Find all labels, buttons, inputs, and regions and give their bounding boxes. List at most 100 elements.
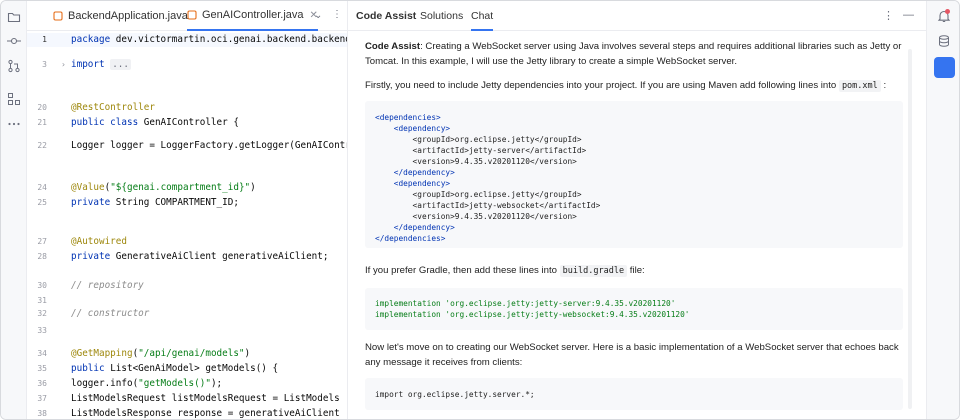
code-line[interactable]: 33 — [27, 324, 347, 338]
code-text: Logger logger = LoggerFactory.getLogger(… — [71, 140, 347, 151]
code-block-line: <version>9.4.35.v20201120</version> — [375, 157, 577, 166]
java-file-icon — [187, 10, 197, 20]
tab-code-assist[interactable]: Code Assist — [356, 1, 416, 31]
line-number: 38 — [37, 409, 47, 418]
code-line[interactable]: 21 public class GenAIController { — [27, 116, 347, 130]
code-text: ListModelsRequest listModelsRequest = Li… — [71, 393, 340, 404]
code-block-line: <dependency> — [375, 124, 451, 133]
code-text: private GenerativeAiClient generativeAiC… — [71, 251, 329, 262]
chat-scrollbar[interactable] — [908, 49, 912, 409]
code-text: public List<GenAiModel> getModels() { — [71, 363, 279, 374]
left-toolbar — [1, 1, 27, 419]
tab-label: GenAIController.java — [202, 9, 304, 21]
code-line[interactable]: 28 private GenerativeAiClient generative… — [27, 250, 347, 264]
code-text: @RestController — [71, 102, 155, 113]
message-text: file: — [629, 265, 645, 276]
more-icon[interactable] — [7, 117, 21, 131]
code-area[interactable]: 1 package dev.victormartin.oci.genai.back… — [27, 31, 347, 419]
assistant-message-gradle: If you prefer Gradle, then add these lin… — [365, 263, 910, 279]
code-line[interactable]: 32 // constructor — [27, 307, 347, 321]
message-author: Code Assist — [365, 41, 421, 52]
minimize-icon[interactable]: — — [903, 9, 914, 21]
code-editor: BackendApplication.java GenAIController.… — [27, 1, 347, 419]
code-line[interactable]: 37 ListModelsRequest listModelsRequest =… — [27, 392, 347, 406]
code-line[interactable]: 38 ListModelsResponse response = generat… — [27, 407, 347, 419]
assistant-message-server: Now let's move on to creating our WebSoc… — [365, 340, 910, 370]
line-number: 25 — [37, 198, 47, 207]
tab-backend-application[interactable]: BackendApplication.java — [53, 1, 188, 31]
code-block-gradle[interactable]: implementation 'org.eclipse.jetty:jetty-… — [365, 288, 903, 330]
assistant-tabs: Code Assist Solutions Chat ⋮ — — [348, 1, 926, 31]
line-number: 34 — [37, 349, 47, 358]
tab-solutions[interactable]: Solutions — [420, 1, 463, 31]
folder-icon[interactable] — [7, 10, 21, 24]
code-line[interactable]: 20 @RestController — [27, 101, 347, 115]
fold-chevron-icon[interactable]: › — [61, 58, 66, 72]
code-block-line: implementation 'org.eclipse.jetty:jetty-… — [375, 299, 676, 308]
code-block-line: <version>9.4.35.v20201120</version> — [375, 212, 577, 221]
code-line[interactable]: 3 › import ... — [27, 58, 347, 72]
line-number: 3 — [42, 60, 47, 69]
code-line[interactable]: 24 @Value("${genai.compartment_id}") — [27, 181, 347, 195]
line-number: 27 — [37, 237, 47, 246]
line-number: 24 — [37, 183, 47, 192]
editor-tabs: BackendApplication.java GenAIController.… — [27, 1, 347, 31]
line-number: 35 — [37, 364, 47, 373]
code-line[interactable]: 36 logger.info("getModels()"); — [27, 377, 347, 391]
pull-request-icon[interactable] — [7, 59, 21, 73]
more-icon[interactable]: ⋮ — [883, 9, 894, 22]
code-line[interactable]: 35 public List<GenAiModel> getModels() { — [27, 362, 347, 376]
ide-window: BackendApplication.java GenAIController.… — [0, 0, 960, 420]
code-text: ListModelsResponse response = generative… — [71, 408, 340, 419]
code-assist-panel: Code Assist Solutions Chat ⋮ — Code Assi… — [348, 1, 926, 419]
line-number: 1 — [42, 35, 47, 44]
assistant-message-intro: Code Assist: Creating a WebSocket server… — [365, 39, 910, 69]
code-block-line: </dependency> — [375, 223, 455, 232]
message-text: If you prefer Gradle, then add these lin… — [365, 265, 557, 276]
tab-label: BackendApplication.java — [68, 10, 188, 22]
code-text: import ... — [71, 59, 131, 70]
right-toolbar — [926, 1, 959, 419]
code-line[interactable]: 30 // repository — [27, 279, 347, 293]
line-number: 21 — [37, 118, 47, 127]
commit-icon[interactable] — [7, 34, 21, 48]
code-line[interactable]: 25 private String COMPARTMENT_ID; — [27, 196, 347, 210]
chat-messages: Code Assist: Creating a WebSocket server… — [348, 31, 926, 419]
java-file-icon — [53, 11, 63, 21]
line-number: 33 — [37, 326, 47, 335]
code-text: @GetMapping("/api/genai/models") — [71, 348, 251, 359]
line-number: 28 — [37, 252, 47, 261]
code-line[interactable]: 1 package dev.victormartin.oci.genai.back… — [27, 33, 347, 47]
more-icon[interactable]: ⋮ — [332, 9, 342, 20]
code-text: logger.info("getModels()"); — [71, 378, 223, 389]
message-text: : Creating a WebSocket server using Java… — [365, 41, 902, 67]
database-icon[interactable] — [937, 34, 951, 48]
code-text: // constructor — [71, 308, 150, 319]
code-line[interactable]: 31 — [27, 294, 347, 308]
structure-icon[interactable] — [7, 92, 21, 106]
line-number: 20 — [37, 103, 47, 112]
code-assist-toggle-button[interactable] — [934, 57, 955, 78]
code-text: package dev.victormartin.oci.genai.backe… — [71, 34, 347, 45]
tab-genai-controller[interactable]: GenAIController.java ✕ — [187, 1, 318, 31]
line-number: 31 — [37, 296, 47, 305]
line-number: 32 — [37, 309, 47, 318]
code-block-line: <dependencies> — [375, 113, 441, 122]
code-text: // repository — [71, 280, 144, 291]
chevron-down-icon[interactable]: ⌄ — [314, 10, 322, 21]
code-block-line: <artifactId>jetty-server</artifactId> — [375, 146, 587, 155]
code-block-line: import org.eclipse.jetty.server.*; — [375, 390, 535, 399]
message-text: Now let's move on to creating our WebSoc… — [365, 342, 899, 368]
code-line[interactable]: 34 @GetMapping("/api/genai/models") — [27, 347, 347, 361]
code-line[interactable]: 27 @Autowired — [27, 235, 347, 249]
code-block-server[interactable]: import org.eclipse.jetty.server.*; — [365, 378, 903, 410]
assistant-message-maven: Firstly, you need to include Jetty depen… — [365, 78, 910, 94]
line-number: 22 — [37, 141, 47, 150]
code-block-line: <groupId>org.eclipse.jetty</groupId> — [375, 190, 582, 199]
line-number: 30 — [37, 281, 47, 290]
code-text: public class GenAIController { — [71, 117, 239, 128]
code-text: private String COMPARTMENT_ID; — [71, 197, 239, 208]
code-line[interactable]: 22 Logger logger = LoggerFactory.getLogg… — [27, 139, 347, 153]
tab-chat[interactable]: Chat — [471, 1, 494, 31]
code-block-maven[interactable]: <dependencies> <dependency> <groupId>org… — [365, 101, 903, 248]
